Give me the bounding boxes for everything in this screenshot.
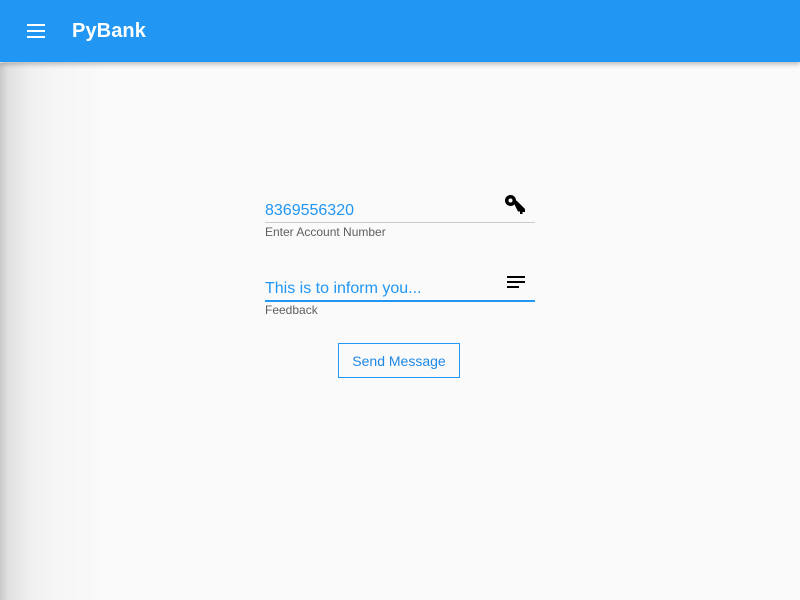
feedback-helper-text: Feedback <box>265 303 318 317</box>
hamburger-menu-icon <box>27 24 45 38</box>
feedback-value[interactable]: This is to inform you... <box>265 279 422 299</box>
top-app-bar: PyBank <box>0 0 800 62</box>
account-number-helper-text: Enter Account Number <box>265 225 386 239</box>
key-icon <box>505 195 525 214</box>
account-number-value[interactable]: 8369556320 <box>265 201 354 221</box>
account-number-input[interactable]: 8369556320 <box>265 195 535 222</box>
account-number-field[interactable]: 8369556320 Enter Account Number <box>265 195 535 240</box>
send-message-button[interactable]: Send Message <box>338 343 460 378</box>
feedback-field[interactable]: This is to inform you... Feedback <box>265 274 535 318</box>
account-number-underline <box>265 222 535 223</box>
app-window: PyBank 8369556320 Enter Account Number T… <box>0 0 800 600</box>
menu-button[interactable] <box>20 15 52 47</box>
app-title: PyBank <box>72 20 146 42</box>
feedback-input[interactable]: This is to inform you... <box>265 274 535 300</box>
drawer-edge-shadow <box>0 63 110 600</box>
text-lines-icon <box>507 276 525 288</box>
